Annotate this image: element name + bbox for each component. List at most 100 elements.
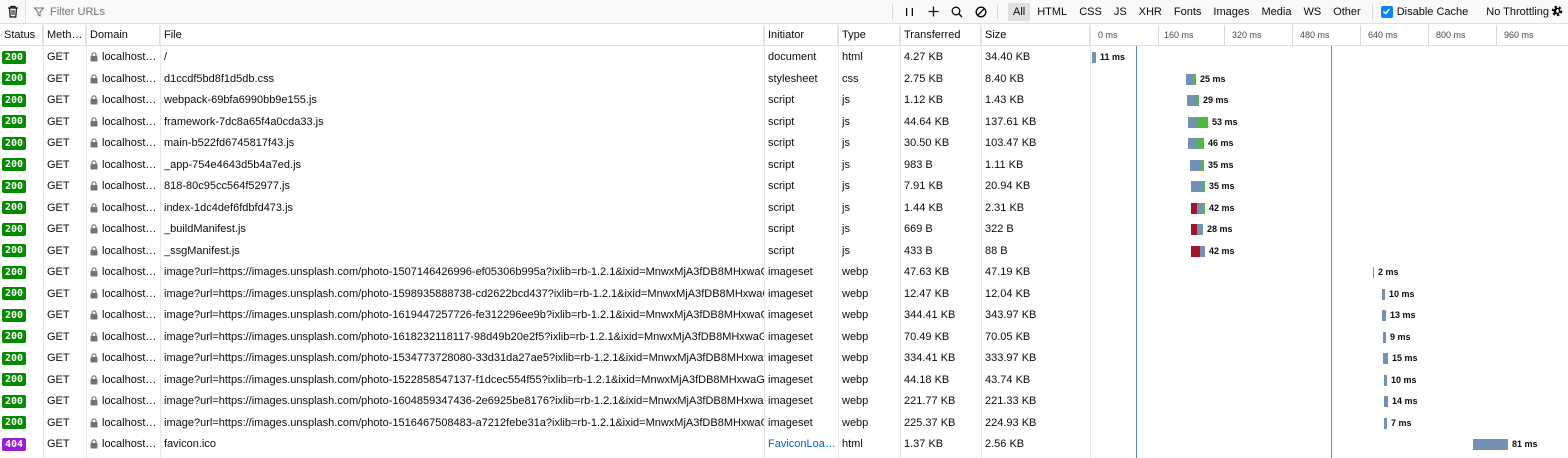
- table-row[interactable]: 200 GET localhost… image?url=https://images…: [0, 305, 1568, 327]
- size-cell: 2.56 KB: [985, 438, 1025, 450]
- lock-icon: [90, 331, 98, 342]
- filter-all-button[interactable]: All: [1008, 2, 1031, 21]
- type-cell: webp: [842, 416, 869, 429]
- table-row[interactable]: 200 GET localhost… index-1dc4def6fdbfd473.j…: [0, 198, 1568, 220]
- waterfall-duration-label: 7 ms: [1391, 417, 1412, 428]
- transferred-cell: 983 B: [904, 158, 933, 171]
- method-cell: GET: [47, 158, 70, 171]
- table-row[interactable]: 200 GET localhost… main-b522fd6745817f43.js…: [0, 133, 1568, 155]
- status-cell: 200: [0, 219, 43, 241]
- waterfall-duration-label: 42 ms: [1209, 202, 1235, 213]
- filter-html-button[interactable]: HTML: [1032, 3, 1072, 21]
- size-cell: 43.74 KB: [985, 373, 1031, 386]
- table-row[interactable]: 200 GET localhost… image?url=https://images…: [0, 284, 1568, 306]
- filter-js-button[interactable]: JS: [1109, 3, 1132, 21]
- column-transferred[interactable]: Transferred: [900, 25, 981, 46]
- status-cell: 200: [0, 133, 43, 155]
- column-file[interactable]: File: [160, 25, 764, 46]
- column-size[interactable]: Size: [981, 25, 1090, 46]
- table-row[interactable]: 200 GET localhost… 818-80c95cc564f52977.js s…: [0, 176, 1568, 198]
- initiator-cell: stylesheet: [768, 72, 818, 85]
- column-waterfall[interactable]: 0 ms 160 ms 320 ms 480 ms 640 ms 800 ms 960 ms: [1090, 25, 1568, 46]
- waterfall-segment-waiting: [1373, 267, 1374, 278]
- clear-button[interactable]: [0, 0, 26, 24]
- block-icon: [975, 5, 987, 18]
- column-status[interactable]: Status: [0, 25, 43, 46]
- status-badge: 200: [2, 179, 26, 193]
- pause-button[interactable]: ❙❙: [897, 2, 921, 22]
- filter-css-button[interactable]: CSS: [1074, 3, 1107, 21]
- status-cell: 200: [0, 370, 43, 392]
- throttling-select[interactable]: No Throttling ⬍: [1486, 6, 1558, 18]
- table-row[interactable]: 200 GET localhost… image?url=https://images…: [0, 413, 1568, 435]
- filter-urls-input[interactable]: [50, 5, 870, 18]
- table-row[interactable]: 200 GET localhost… image?url=https://images…: [0, 348, 1568, 370]
- initiator-cell: imageset: [768, 395, 813, 407]
- status-cell: 200: [0, 198, 43, 220]
- column-type[interactable]: Type: [838, 25, 900, 46]
- method-cell: GET: [47, 438, 70, 450]
- filter-xhr-button[interactable]: XHR: [1134, 3, 1167, 21]
- filter-images-button[interactable]: Images: [1208, 3, 1254, 21]
- domain-cell: localhost…: [86, 284, 160, 306]
- block-requests-button[interactable]: [969, 2, 993, 22]
- domain-cell: localhost…: [86, 348, 160, 370]
- table-row[interactable]: 200 GET localhost… image?url=https://images…: [0, 327, 1568, 349]
- waterfall-duration-label: 28 ms: [1207, 224, 1233, 234]
- status-cell: 200: [0, 176, 43, 198]
- disable-cache-toggle[interactable]: Disable Cache: [1380, 5, 1468, 18]
- table-row[interactable]: 404 GET localhost… favicon.ico FaviconLoa… ht…: [0, 434, 1568, 456]
- transferred-cell: 1.37 KB: [904, 438, 944, 450]
- filter-ws-button[interactable]: WS: [1298, 3, 1326, 21]
- file-cell: _app-754e4643d5b4a7ed.js: [164, 158, 302, 171]
- table-row[interactable]: 200 GET localhost… webpack-69bfa6990bb9e155…: [0, 90, 1568, 112]
- column-domain[interactable]: Domain: [86, 25, 160, 46]
- table-row[interactable]: 200 GET localhost… image?url=https://images…: [0, 262, 1568, 284]
- status-badge: 200: [2, 50, 26, 64]
- waterfall-segment-waiting: [1384, 396, 1388, 407]
- initiator-cell: imageset: [768, 416, 813, 429]
- file-cell: main-b522fd6745817f43.js: [164, 137, 295, 149]
- domain-text: localhost…: [102, 287, 157, 300]
- table-row[interactable]: 200 GET localhost… d1ccdf5bd8f1d5db.css styl…: [0, 69, 1568, 91]
- domain-cell: localhost…: [86, 69, 160, 91]
- search-button[interactable]: [945, 2, 969, 22]
- waterfall-tick-label: 480 ms: [1300, 30, 1330, 40]
- table-row[interactable]: 200 GET localhost… _buildManifest.js script j…: [0, 219, 1568, 241]
- table-row[interactable]: 200 GET localhost… _app-754e4643d5b4a7ed.js…: [0, 155, 1568, 177]
- settings-button[interactable]: [1550, 4, 1564, 21]
- column-method[interactable]: Meth…: [43, 25, 86, 46]
- domain-cell: localhost…: [86, 391, 160, 413]
- method-cell: GET: [47, 373, 70, 386]
- waterfall-segment-waiting: [1187, 95, 1197, 106]
- table-row[interactable]: 200 GET localhost… image?url=https://images…: [0, 391, 1568, 413]
- disable-cache-checkbox[interactable]: [1380, 5, 1393, 18]
- method-cell: GET: [47, 309, 70, 321]
- add-request-button[interactable]: [921, 2, 945, 22]
- size-cell: 70.05 KB: [985, 330, 1031, 343]
- file-cell: d1ccdf5bd8f1d5db.css: [164, 72, 275, 85]
- filter-other-button[interactable]: Other: [1328, 3, 1366, 21]
- status-cell: 200: [0, 305, 43, 327]
- lock-icon: [90, 396, 98, 406]
- initiator-cell: imageset: [768, 287, 813, 300]
- column-initiator[interactable]: Initiator: [764, 25, 838, 46]
- type-cell: webp: [842, 287, 869, 300]
- waterfall-segment-waiting: [1473, 439, 1508, 450]
- status-badge: 200: [2, 308, 26, 322]
- size-cell: 322 B: [985, 223, 1014, 235]
- method-cell: GET: [47, 266, 70, 278]
- domain-text: localhost…: [102, 309, 157, 321]
- table-row[interactable]: 200 GET localhost… / document html 4.27 KB 34.4…: [0, 47, 1568, 69]
- method-cell: GET: [47, 201, 70, 214]
- filter-fonts-button[interactable]: Fonts: [1169, 3, 1207, 21]
- table-row[interactable]: 200 GET localhost… framework-7dc8a65f4a0cda…: [0, 112, 1568, 134]
- method-cell: GET: [47, 115, 70, 128]
- waterfall-tick-line: [1496, 25, 1497, 46]
- initiator-cell[interactable]: FaviconLoa…: [764, 434, 838, 456]
- filter-media-button[interactable]: Media: [1256, 3, 1296, 21]
- table-row[interactable]: 200 GET localhost… _ssgManifest.js script js 4…: [0, 241, 1568, 263]
- toolbar-divider: [892, 3, 893, 20]
- waterfall-segment-waiting: [1197, 224, 1203, 235]
- table-row[interactable]: 200 GET localhost… image?url=https://images…: [0, 370, 1568, 392]
